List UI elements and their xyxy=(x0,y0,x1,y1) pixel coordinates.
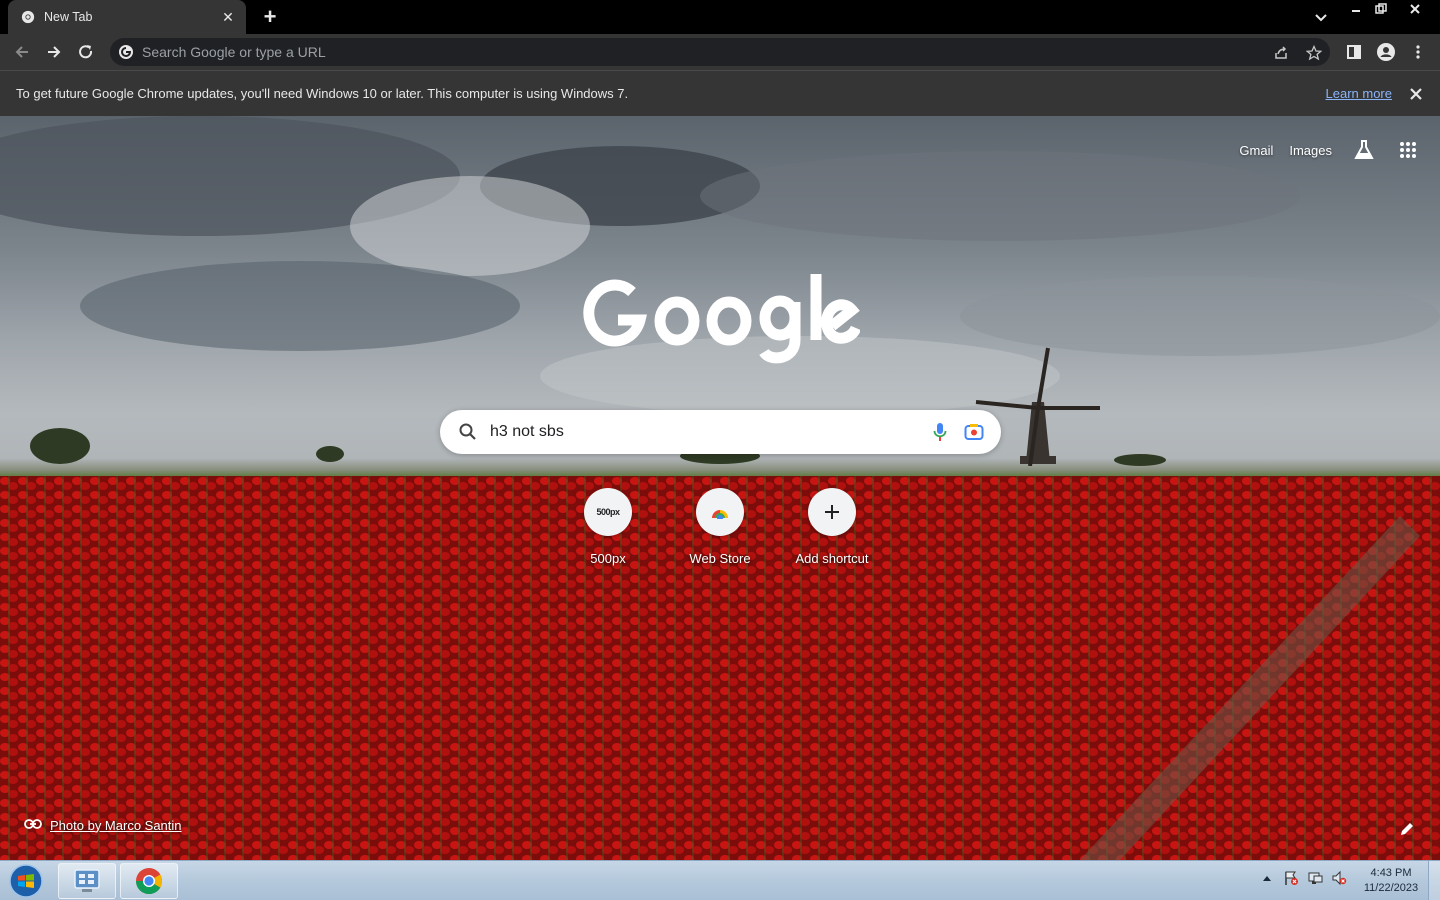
address-input[interactable] xyxy=(142,44,1330,60)
tab-search-chevron-icon[interactable] xyxy=(1310,6,1332,28)
restore-button[interactable] xyxy=(1368,0,1394,18)
search-icon xyxy=(458,422,478,442)
minimize-button[interactable] xyxy=(1343,0,1369,18)
chrome-taskbar-icon xyxy=(135,868,163,895)
shortcut-web-store[interactable]: Web Store xyxy=(664,488,776,566)
profile-avatar-icon[interactable] xyxy=(1374,40,1398,64)
gmail-link[interactable]: Gmail xyxy=(1239,143,1273,158)
voice-search-mic-icon[interactable] xyxy=(927,420,953,444)
taskbar-app-control-panel[interactable] xyxy=(58,863,116,899)
infobar-message: To get future Google Chrome updates, you… xyxy=(16,86,629,101)
google-logo xyxy=(583,274,860,364)
control-panel-icon xyxy=(74,869,100,892)
plus-icon xyxy=(808,488,856,536)
ntp-search-box[interactable] xyxy=(440,410,1001,454)
shortcut-label: 500px xyxy=(590,551,626,566)
reload-icon[interactable] xyxy=(74,40,98,64)
share-icon[interactable] xyxy=(1270,42,1292,64)
clock-date: 11/22/2023 xyxy=(1363,882,1419,894)
images-link[interactable]: Images xyxy=(1289,143,1332,158)
menu-dots-icon[interactable] xyxy=(1406,40,1430,64)
window-close-button[interactable] xyxy=(1402,0,1428,18)
new-tab-page: Gmail Images h3 not sbs 500px 500px Web … xyxy=(0,116,1440,860)
network-icon[interactable] xyxy=(1306,869,1324,887)
volume-muted-icon[interactable] xyxy=(1330,869,1348,887)
shortcut-label: Web Store xyxy=(689,551,751,566)
tab-close-icon[interactable]: ✕ xyxy=(220,9,236,25)
ntp-search-input[interactable] xyxy=(490,423,919,441)
web-store-icon xyxy=(696,488,744,536)
photo-attribution[interactable]: Photo by Marco Santin xyxy=(24,816,182,834)
back-arrow-icon[interactable] xyxy=(10,40,34,64)
lens-camera-icon[interactable] xyxy=(961,420,987,444)
omnibox[interactable] xyxy=(110,38,1330,66)
link-icon xyxy=(24,816,42,834)
apps-grid-icon[interactable] xyxy=(1396,138,1420,162)
action-center-flag-icon[interactable] xyxy=(1282,869,1300,887)
new-tab-button[interactable]: + xyxy=(258,6,282,28)
windows-taskbar: 4:43 PM 11/22/2023 xyxy=(0,860,1440,900)
attribution-text: Photo by Marco Santin xyxy=(50,817,182,833)
toolbar xyxy=(0,34,1440,70)
tab-strip: New Tab ✕ + xyxy=(0,0,1440,34)
infobar-close-icon[interactable] xyxy=(1408,86,1424,102)
shortcuts-row: 500px 500px Web Store Add shortcut xyxy=(552,488,888,566)
shortcut-500px[interactable]: 500px 500px xyxy=(552,488,664,566)
tab-title: New Tab xyxy=(44,10,93,24)
ntp-top-links: Gmail Images xyxy=(1223,138,1420,162)
learn-more-link[interactable]: Learn more xyxy=(1326,86,1392,101)
shortcut-label: Add shortcut xyxy=(795,551,869,566)
labs-flask-icon[interactable] xyxy=(1352,138,1376,162)
update-infobar: To get future Google Chrome updates, you… xyxy=(0,70,1440,116)
start-button[interactable] xyxy=(6,862,46,900)
customize-pencil-icon[interactable] xyxy=(1398,820,1418,840)
side-panel-icon[interactable] xyxy=(1342,40,1366,64)
shortcut-add[interactable]: Add shortcut xyxy=(776,488,888,566)
chrome-icon xyxy=(20,9,36,25)
bookmark-star-icon[interactable] xyxy=(1303,42,1325,64)
clock-time: 4:43 PM xyxy=(1370,867,1412,879)
windows-logo-icon xyxy=(9,864,43,898)
system-clock[interactable]: 4:43 PM 11/22/2023 xyxy=(1356,866,1426,896)
tray-expand-arrow-icon[interactable] xyxy=(1258,869,1276,887)
forward-arrow-icon[interactable] xyxy=(42,40,66,64)
google-g-icon xyxy=(118,44,134,60)
tab-new-tab[interactable]: New Tab ✕ xyxy=(8,0,246,34)
show-desktop-button[interactable] xyxy=(1428,861,1440,900)
500px-icon: 500px xyxy=(584,488,632,536)
taskbar-app-chrome[interactable] xyxy=(120,863,178,899)
